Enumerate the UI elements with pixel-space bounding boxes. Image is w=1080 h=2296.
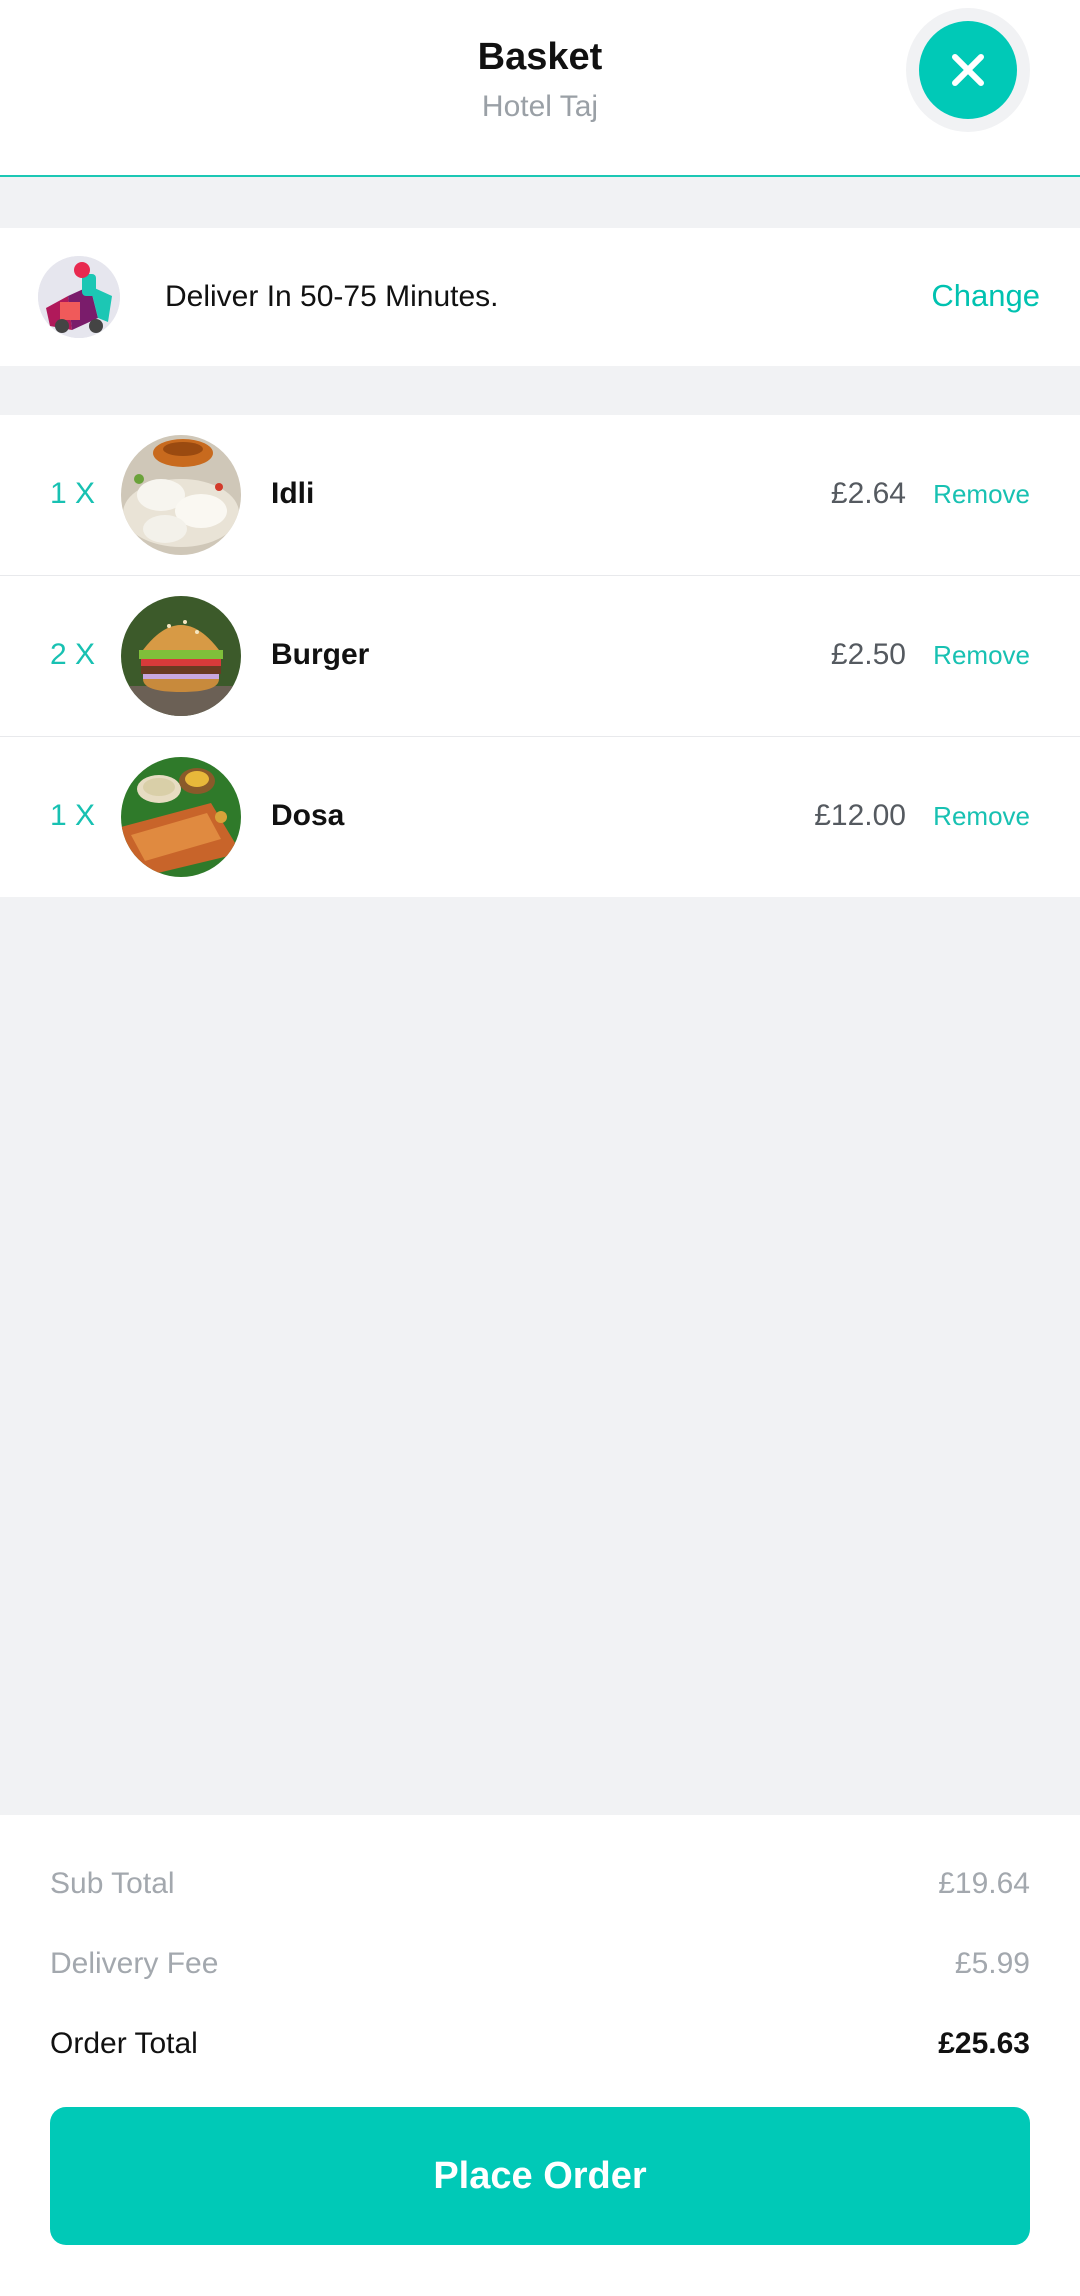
delivery-time-row: Deliver In 50-75 Minutes. Change bbox=[0, 228, 1080, 366]
close-button-ring bbox=[906, 8, 1030, 132]
item-price: £12.00 bbox=[814, 799, 906, 832]
remove-item-button[interactable]: Remove bbox=[933, 479, 1030, 510]
header: Basket Hotel Taj bbox=[0, 0, 1080, 177]
item-quantity: 1 X bbox=[50, 477, 96, 510]
dosa-image bbox=[121, 757, 241, 877]
burger-image bbox=[121, 596, 241, 716]
subtotal-value: £19.64 bbox=[938, 1867, 1030, 1900]
subtotal-label: Sub Total bbox=[50, 1867, 175, 1900]
close-button[interactable] bbox=[919, 21, 1017, 119]
item-name: Dosa bbox=[271, 799, 345, 832]
remove-item-button[interactable]: Remove bbox=[933, 640, 1030, 671]
place-order-button[interactable]: Place Order bbox=[50, 2107, 1030, 2245]
item-quantity: 1 X bbox=[50, 799, 96, 832]
item-name: Burger bbox=[271, 638, 370, 671]
delivery-time-text: Deliver In 50-75 Minutes. bbox=[165, 280, 499, 313]
close-icon bbox=[952, 54, 984, 86]
list-item: 2 X Burger £2.50 Remove bbox=[0, 576, 1080, 737]
list-item: 1 X Idli £2.64 Remove bbox=[0, 415, 1080, 576]
item-price: £2.50 bbox=[830, 638, 906, 671]
order-total-value: £25.63 bbox=[938, 2027, 1030, 2060]
delivery-fee-label: Delivery Fee bbox=[50, 1947, 219, 1980]
change-delivery-link[interactable]: Change bbox=[931, 278, 1040, 314]
order-total-label: Order Total bbox=[50, 2027, 198, 2060]
list-item: 1 X Dosa £12.00 Remove bbox=[0, 737, 1080, 897]
item-quantity: 2 X bbox=[50, 638, 96, 671]
remove-item-button[interactable]: Remove bbox=[933, 801, 1030, 832]
delivery-fee-value: £5.99 bbox=[954, 1947, 1030, 1980]
order-summary: Sub Total £19.64 Delivery Fee £5.99 Orde… bbox=[0, 1815, 1080, 2296]
item-price: £2.64 bbox=[830, 477, 906, 510]
idli-image bbox=[121, 435, 241, 555]
item-name: Idli bbox=[271, 477, 315, 510]
delivery-rider-icon bbox=[38, 256, 120, 338]
basket-items-list: 1 X Idli £2.64 Remove 2 X Burger £2.50 R… bbox=[0, 415, 1080, 897]
